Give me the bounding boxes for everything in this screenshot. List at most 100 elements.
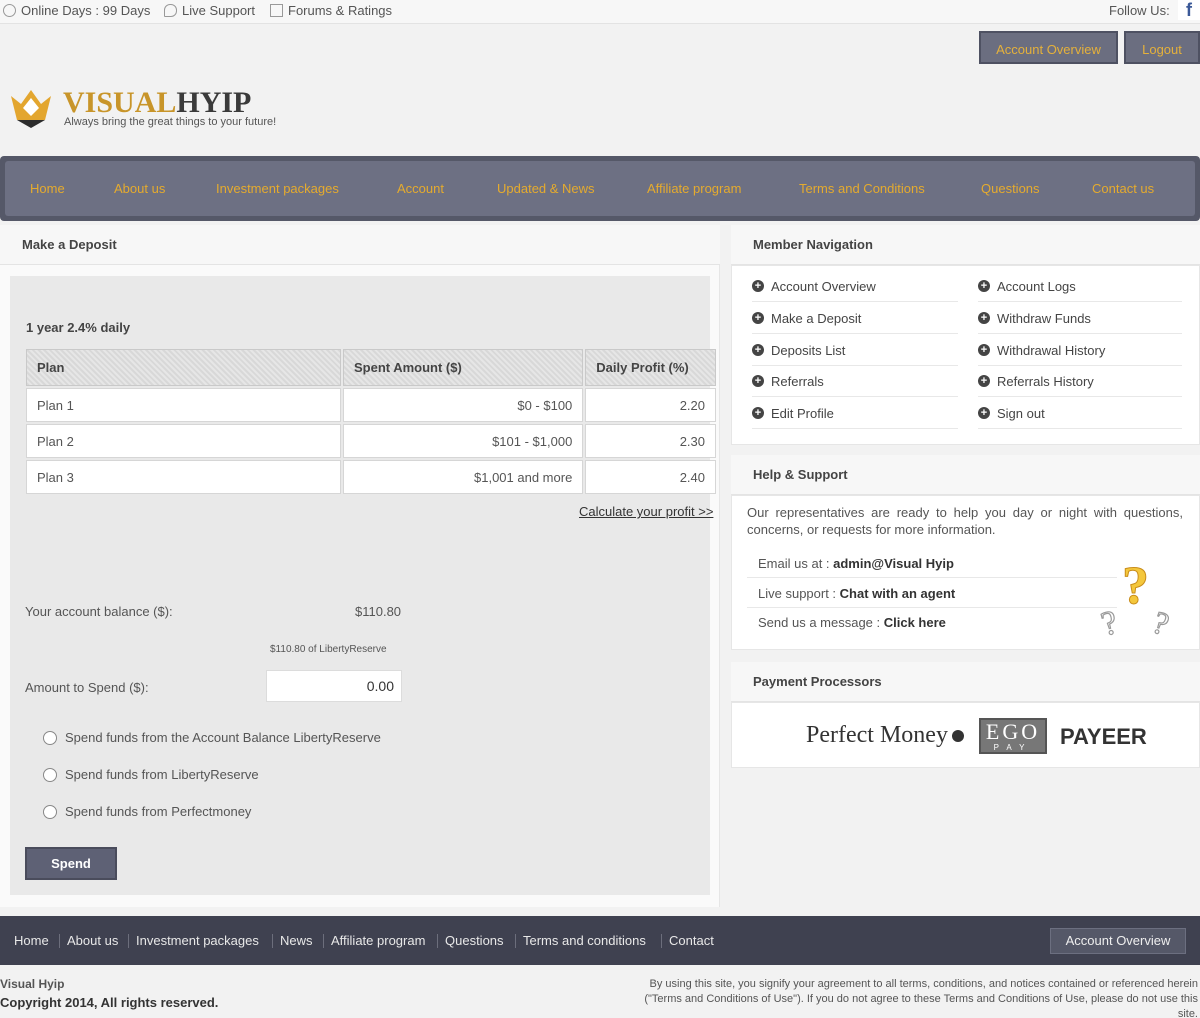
member-nav-sign-out[interactable]: + Sign out bbox=[978, 398, 1182, 429]
main-nav: Home About us Investment packages Accoun… bbox=[0, 156, 1200, 221]
forums-link[interactable]: Forums & Ratings bbox=[270, 3, 392, 18]
top-bar: Online Days : 99 Days Live Support Forum… bbox=[0, 0, 1200, 24]
radio-option-balance[interactable]: Spend funds from the Account Balance Lib… bbox=[43, 730, 381, 745]
live-support-link[interactable]: Live Support bbox=[164, 3, 255, 18]
column-header-daily-profit: Daily Profit (%) bbox=[585, 349, 716, 386]
footer-link-contact[interactable]: Contact bbox=[669, 916, 714, 965]
nav-account[interactable]: Account bbox=[397, 161, 444, 216]
amount-to-spend-input[interactable] bbox=[266, 670, 402, 702]
svg-text:?: ? bbox=[1122, 555, 1149, 615]
help-live-chat-link[interactable]: Chat with an agent bbox=[840, 586, 956, 601]
radio-button[interactable] bbox=[43, 730, 57, 745]
help-email-row: Email us at : admin@Visual Hyip bbox=[747, 549, 1117, 578]
main-nav-bar: Home About us Investment packages Accoun… bbox=[5, 161, 1195, 216]
member-nav-referrals-history[interactable]: + Referrals History bbox=[978, 366, 1182, 397]
footer-copyright: Copyright 2014, All rights reserved. bbox=[0, 995, 219, 1010]
plus-circle-icon: + bbox=[752, 375, 764, 387]
balance-label: Your account balance ($): bbox=[25, 604, 173, 619]
help-live-row: Live support : Chat with an agent bbox=[747, 579, 1117, 608]
footer-divider bbox=[323, 934, 324, 948]
nav-terms[interactable]: Terms and Conditions bbox=[799, 161, 925, 216]
egopay-logo[interactable]: EGO PAY bbox=[979, 718, 1047, 754]
footer-link-home[interactable]: Home bbox=[14, 916, 49, 965]
crown-logo-icon bbox=[11, 90, 51, 128]
footer-link-questions[interactable]: Questions bbox=[445, 916, 504, 965]
member-nav-label: Referrals History bbox=[997, 373, 1094, 389]
nav-questions[interactable]: Questions bbox=[981, 161, 1040, 216]
egopay-text-top: EGO bbox=[985, 719, 1041, 744]
footer-divider bbox=[272, 934, 273, 948]
plus-circle-icon: + bbox=[752, 344, 764, 356]
account-overview-button[interactable]: Account Overview bbox=[979, 31, 1118, 64]
footer-divider bbox=[437, 934, 438, 948]
spend-button[interactable]: Spend bbox=[25, 847, 117, 880]
chat-icon bbox=[164, 4, 177, 17]
footer-link-news[interactable]: News bbox=[280, 916, 313, 965]
footer-link-affiliate-program[interactable]: Affiliate program bbox=[331, 916, 425, 965]
radio-option-perfectmoney[interactable]: Spend funds from Perfectmoney bbox=[43, 804, 251, 819]
plans-table: Plan Spent Amount ($) Daily Profit (%) P… bbox=[24, 347, 718, 496]
column-header-spent-amount: Spent Amount ($) bbox=[342, 349, 584, 386]
perfect-money-text: Perfect Money bbox=[806, 722, 948, 748]
radio-option-libertyreserve[interactable]: Spend funds from LibertyReserve bbox=[43, 767, 259, 782]
egopay-text-bottom: PAY bbox=[993, 743, 1033, 752]
daily-profit-cell: 2.30 bbox=[585, 424, 716, 458]
table-header-row: Plan Spent Amount ($) Daily Profit (%) bbox=[26, 349, 716, 386]
footer-link-investment-packages[interactable]: Investment packages bbox=[136, 916, 259, 965]
online-days-text: Online Days : 99 Days bbox=[21, 3, 151, 18]
member-nav-account-overview[interactable]: + Account Overview bbox=[752, 271, 958, 302]
member-nav-label: Account Overview bbox=[771, 278, 876, 294]
plus-circle-icon: + bbox=[978, 280, 990, 292]
logo-tagline: Always bring the great things to your fu… bbox=[64, 116, 277, 128]
payeer-text: PAYEER bbox=[1060, 724, 1147, 749]
plus-circle-icon: + bbox=[752, 312, 764, 324]
member-nav-make-deposit[interactable]: + Make a Deposit bbox=[752, 303, 958, 334]
forums-text: Forums & Ratings bbox=[288, 3, 393, 18]
footer-account-overview-button[interactable]: Account Overview bbox=[1050, 928, 1186, 954]
nav-contact-us[interactable]: Contact us bbox=[1092, 161, 1154, 216]
deposit-heading: Make a Deposit bbox=[0, 225, 720, 265]
help-heading: Help & Support bbox=[731, 455, 1200, 495]
radio-button[interactable] bbox=[43, 804, 57, 819]
member-nav-edit-profile[interactable]: + Edit Profile bbox=[752, 398, 958, 429]
member-nav-account-logs[interactable]: + Account Logs bbox=[978, 271, 1182, 302]
member-nav-referrals[interactable]: + Referrals bbox=[752, 366, 958, 397]
forum-icon bbox=[270, 4, 283, 17]
nav-about-us[interactable]: About us bbox=[114, 161, 165, 216]
live-support-text: Live Support bbox=[182, 3, 255, 18]
table-row: Plan 2 $101 - $1,000 2.30 bbox=[26, 424, 716, 458]
spent-amount-cell: $101 - $1,000 bbox=[342, 424, 584, 458]
plan-name-cell: Plan 2 bbox=[26, 424, 341, 458]
logout-button[interactable]: Logout bbox=[1124, 31, 1200, 64]
amount-label: Amount to Spend ($): bbox=[25, 680, 149, 695]
perfect-money-logo[interactable]: Perfect Money bbox=[806, 722, 964, 749]
footer-site-name: Visual Hyip bbox=[0, 977, 65, 991]
spent-amount-cell: $0 - $100 bbox=[342, 388, 584, 422]
help-message-link[interactable]: Click here bbox=[884, 615, 946, 630]
nav-investment-packages[interactable]: Investment packages bbox=[216, 161, 339, 216]
radio-button[interactable] bbox=[43, 767, 57, 782]
plus-circle-icon: + bbox=[752, 280, 764, 292]
member-nav-withdraw-funds[interactable]: + Withdraw Funds bbox=[978, 303, 1182, 334]
footer-link-about-us[interactable]: About us bbox=[67, 916, 118, 965]
facebook-icon[interactable]: f bbox=[1178, 0, 1200, 20]
footer-link-terms[interactable]: Terms and conditions bbox=[523, 916, 646, 965]
follow-us-label: Follow Us: bbox=[1109, 3, 1170, 18]
logo-wordmark-part2: HYIP bbox=[176, 86, 252, 119]
nav-affiliate-program[interactable]: Affiliate program bbox=[647, 161, 741, 216]
member-nav-withdrawal-history[interactable]: + Withdrawal History bbox=[978, 335, 1182, 366]
footer-divider bbox=[59, 934, 60, 948]
help-intro-text: Our representatives are ready to help yo… bbox=[747, 505, 1183, 537]
help-message-label: Send us a message : bbox=[758, 615, 884, 630]
logo-wordmark[interactable]: VISUALHYIP bbox=[63, 86, 251, 120]
member-nav-deposits-list[interactable]: + Deposits List bbox=[752, 335, 958, 366]
member-nav-label: Account Logs bbox=[997, 278, 1076, 294]
calculate-profit-link[interactable]: Calculate your profit >> bbox=[579, 504, 713, 519]
spent-amount-cell: $1,001 and more bbox=[342, 460, 584, 494]
plus-circle-icon: + bbox=[752, 407, 764, 419]
nav-home[interactable]: Home bbox=[30, 161, 65, 216]
payeer-logo[interactable]: PAYEER bbox=[1060, 724, 1147, 750]
nav-updated-news[interactable]: Updated & News bbox=[497, 161, 595, 216]
help-email-link[interactable]: admin@Visual Hyip bbox=[833, 556, 954, 571]
balance-note: $110.80 of LibertyReserve bbox=[270, 644, 387, 655]
